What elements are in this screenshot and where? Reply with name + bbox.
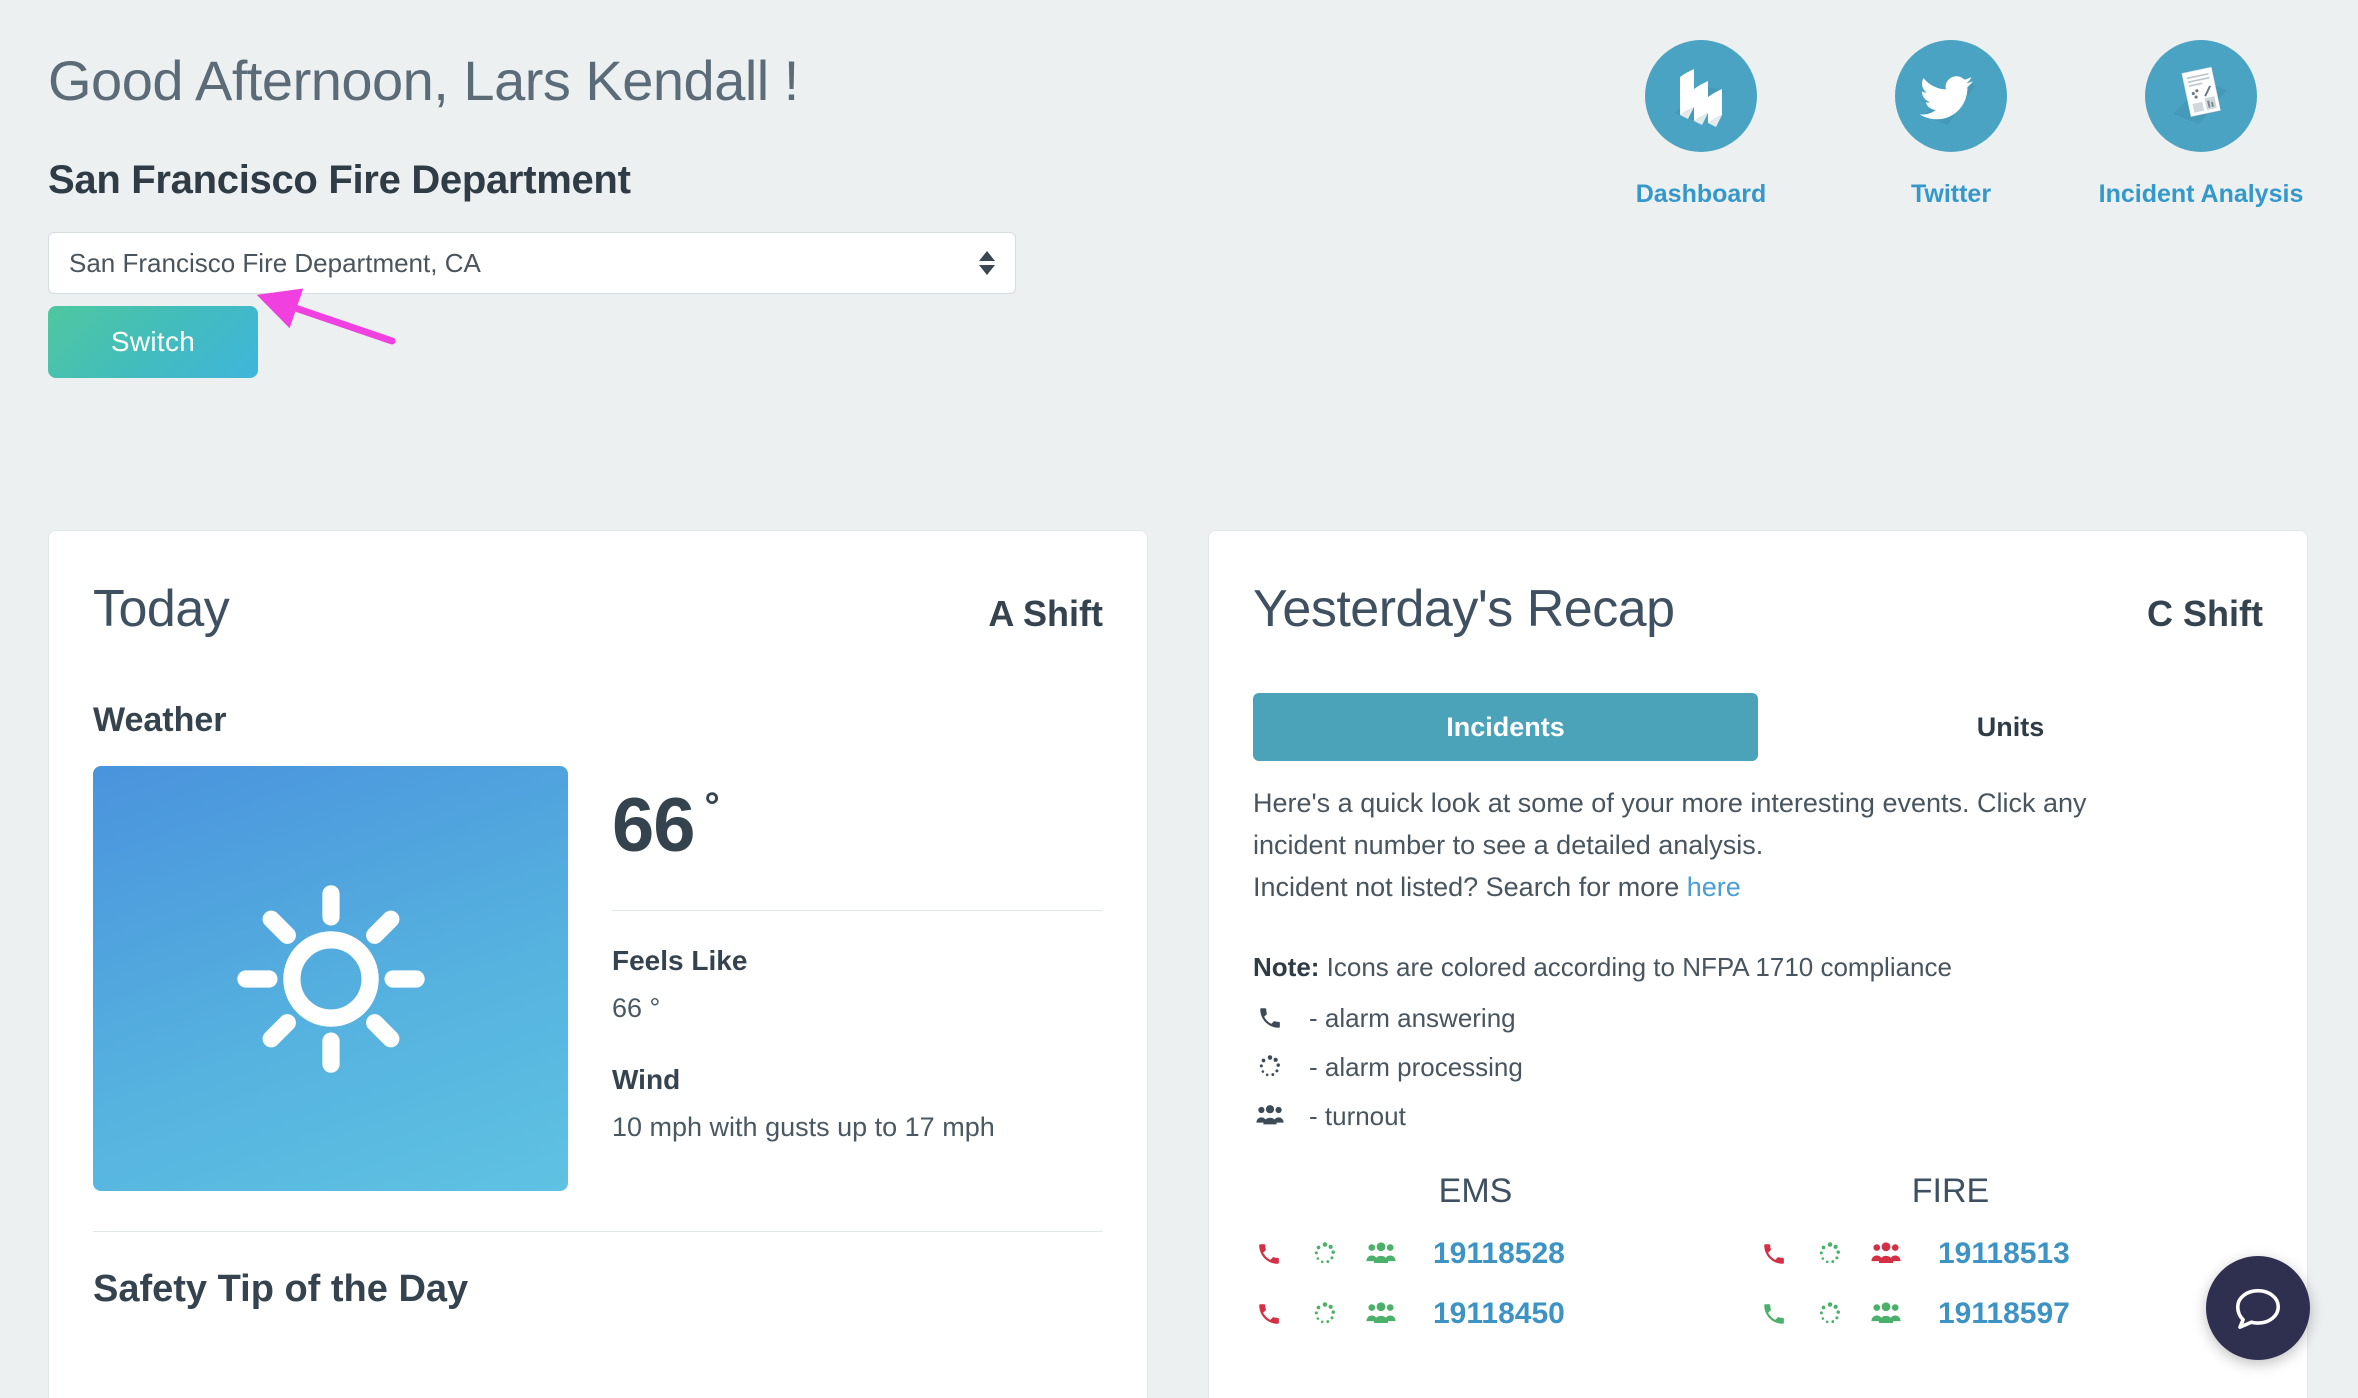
today-shift-badge: A Shift xyxy=(988,593,1103,634)
legend-row-turnout: - turnout xyxy=(1253,1101,2263,1132)
nfpa-note-line: Note: Icons are colored according to NFP… xyxy=(1253,949,2263,985)
nav-item-incident-analysis[interactable]: Incident Analysis xyxy=(2099,40,2303,209)
nfpa-note-block: Note: Icons are colored according to NFP… xyxy=(1209,949,2307,1132)
top-navigation: Dashboard Twitter Incident Analysis xyxy=(1618,40,2303,209)
note-text: Icons are colored according to NFPA 1710… xyxy=(1319,951,1952,982)
recap-description: Here's a quick look at some of your more… xyxy=(1209,783,2307,909)
chat-widget-button[interactable] xyxy=(2206,1256,2310,1360)
phone-icon xyxy=(1253,1298,1285,1330)
recap-search-prefix: Incident not listed? Search for more xyxy=(1253,871,1687,902)
incident-row: 19118513 xyxy=(1758,1237,2263,1271)
temperature-value: 66 ° xyxy=(612,788,1103,864)
incident-row: 19118528 xyxy=(1253,1237,1758,1271)
recap-description-line1: Here's a quick look at some of your more… xyxy=(1253,788,2087,818)
recap-card-title: Yesterday's Recap xyxy=(1253,580,1675,638)
wind-label: Wind xyxy=(612,1064,681,1095)
phone-icon xyxy=(1758,1298,1790,1330)
incident-grid: EMS 19118528 19118450 FIRE 19118513 1911… xyxy=(1209,1172,2307,1331)
phone-icon xyxy=(1758,1238,1790,1270)
greeting-text: Good Afternoon, Lars Kendall ! xyxy=(48,49,799,112)
recap-shift-badge: C Shift xyxy=(2147,593,2263,634)
tab-incidents[interactable]: Incidents xyxy=(1253,693,1758,761)
weather-section-title: Weather xyxy=(93,701,227,739)
spinner-icon xyxy=(1814,1238,1846,1270)
department-select[interactable]: San Francisco Fire Department, CA xyxy=(48,232,1016,294)
today-card-header: Today A Shift xyxy=(49,531,1147,639)
spinner-icon xyxy=(1309,1298,1341,1330)
incident-column-header-ems: EMS xyxy=(1438,1171,1513,1210)
users-icon xyxy=(1365,1238,1397,1270)
nav-item-twitter[interactable]: Twitter xyxy=(1868,40,2034,209)
spinner-icon xyxy=(1253,1054,1287,1080)
chat-bubble-icon xyxy=(2235,1288,2281,1329)
sun-icon xyxy=(236,884,425,1073)
recap-tabs: Incidents Units xyxy=(1209,693,2307,761)
safety-divider xyxy=(93,1231,1103,1232)
incident-row: 19118450 xyxy=(1253,1297,1758,1331)
page-header: Good Afternoon, Lars Kendall ! San Franc… xyxy=(0,0,2358,470)
search-here-link[interactable]: here xyxy=(1687,872,1741,902)
phone-icon xyxy=(1253,1238,1285,1270)
feels-like-value: 66 ° xyxy=(612,993,661,1023)
recap-card: Yesterday's Recap C Shift Incidents Unit… xyxy=(1208,530,2308,1398)
nav-label-twitter: Twitter xyxy=(1910,180,1992,208)
weather-info: 66 ° Feels Like 66 ° Wind 10 mph with gus… xyxy=(596,766,1103,1191)
note-label: Note: xyxy=(1253,951,1320,982)
wind-value: 10 mph with gusts up to 17 mph xyxy=(612,1112,995,1142)
today-card: Today A Shift Weather 66 ° Feels Like 66… xyxy=(48,530,1148,1398)
users-icon xyxy=(1365,1298,1397,1330)
incident-column-fire: FIRE 19118513 19118597 xyxy=(1758,1172,2263,1331)
temperature-number: 66 xyxy=(612,783,696,868)
incident-number-link[interactable]: 19118528 xyxy=(1433,1237,1565,1271)
department-select-wrapper[interactable]: San Francisco Fire Department, CA xyxy=(48,232,1016,294)
twitter-bird-icon xyxy=(1895,40,2007,152)
recap-description-line2: incident number to see a detailed analys… xyxy=(1253,829,1764,860)
users-icon xyxy=(1253,1103,1287,1129)
incident-number-link[interactable]: 19118450 xyxy=(1433,1297,1565,1331)
page-title: San Francisco Fire Department xyxy=(48,158,631,202)
legend-row-alarm-processing: - alarm processing xyxy=(1253,1052,2263,1083)
legend-label-alarm-processing: - alarm processing xyxy=(1309,1051,1523,1082)
feels-like-label: Feels Like xyxy=(612,945,748,976)
incident-number-link[interactable]: 19118513 xyxy=(1938,1237,2070,1271)
tab-units[interactable]: Units xyxy=(1758,693,2263,761)
incident-number-link[interactable]: 19118597 xyxy=(1938,1297,2070,1331)
spinner-icon xyxy=(1309,1238,1341,1270)
weather-row: 66 ° Feels Like 66 ° Wind 10 mph with gus… xyxy=(49,766,1147,1191)
today-card-title: Today xyxy=(93,580,230,638)
legend-label-turnout: - turnout xyxy=(1309,1100,1406,1131)
incident-column-header-fire: FIRE xyxy=(1911,1171,1990,1210)
users-icon xyxy=(1870,1298,1902,1330)
weather-divider xyxy=(612,910,1103,911)
legend-label-alarm-answering: - alarm answering xyxy=(1309,1002,1516,1033)
document-report-icon xyxy=(2145,40,2257,152)
spinner-icon xyxy=(1814,1298,1846,1330)
phone-icon xyxy=(1253,1005,1287,1031)
nav-item-dashboard[interactable]: Dashboard xyxy=(1618,40,1784,209)
weather-tile xyxy=(93,766,568,1191)
degree-symbol: ° xyxy=(704,786,720,828)
recap-card-header: Yesterday's Recap C Shift xyxy=(1209,531,2307,639)
bar-chart-icon xyxy=(1645,40,1757,152)
legend-row-alarm-answering: - alarm answering xyxy=(1253,1003,2263,1034)
nav-label-dashboard: Dashboard xyxy=(1635,180,1767,208)
safety-tip-title: Safety Tip of the Day xyxy=(93,1268,469,1310)
incident-row: 19118597 xyxy=(1758,1297,2263,1331)
users-icon xyxy=(1870,1238,1902,1270)
nav-label-incident-analysis: Incident Analysis xyxy=(2098,180,2304,208)
incident-column-ems: EMS 19118528 19118450 xyxy=(1253,1172,1758,1331)
switch-button[interactable]: Switch xyxy=(48,306,258,378)
recap-search-line: Incident not listed? Search for more her… xyxy=(1253,867,2263,909)
